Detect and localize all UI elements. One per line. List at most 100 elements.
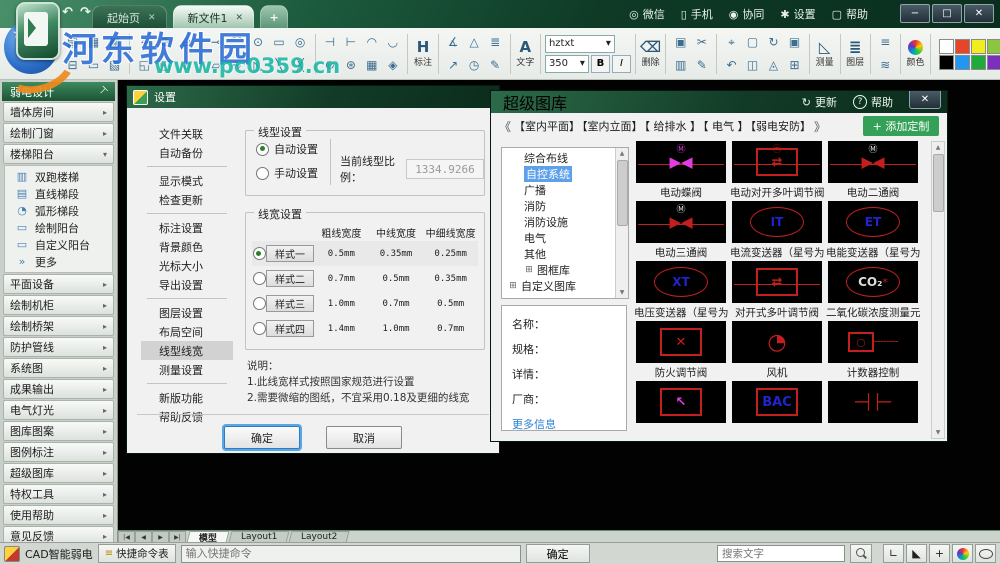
- tree-item-自定义图库[interactable]: ⊞自定义图库: [502, 278, 628, 294]
- dim-tools-tool-icon[interactable]: ✎: [485, 55, 506, 76]
- view-zoom-tool-icon[interactable]: ◱: [134, 55, 155, 76]
- sidebar-item-使用帮助[interactable]: 使用帮助▸: [3, 505, 114, 525]
- new-tab-button[interactable]: +: [260, 5, 288, 29]
- text-height-select[interactable]: 350▾: [545, 55, 589, 73]
- toolbar-text-button[interactable]: A文字: [514, 39, 536, 68]
- sidebar-item-墙体房间[interactable]: 墙体房间▸: [3, 102, 114, 122]
- category-【 给排水 】[interactable]: 【 给排水 】: [644, 120, 703, 133]
- draw-tool-icon[interactable]: ╲: [269, 55, 290, 76]
- transform-tool-icon[interactable]: ▢: [742, 32, 763, 53]
- settings-menu-帮助反馈[interactable]: 帮助反馈: [141, 407, 233, 426]
- draw-tool-icon[interactable]: ⊸: [206, 32, 227, 53]
- style-radio[interactable]: [253, 322, 266, 335]
- palette-color-swatch[interactable]: [939, 39, 954, 54]
- transform-tool-icon[interactable]: ⌖: [721, 32, 742, 53]
- minimize-button[interactable]: −: [900, 4, 930, 23]
- style-radio[interactable]: [253, 272, 266, 285]
- settings-menu-导出设置[interactable]: 导出设置: [141, 275, 233, 294]
- palette-color-swatch[interactable]: [971, 55, 986, 70]
- transform-tool-icon[interactable]: ▣: [784, 32, 805, 53]
- linetype-scale-input[interactable]: [406, 159, 484, 179]
- settings-menu-文件关联[interactable]: 文件关联: [141, 124, 233, 143]
- modify-tool-icon[interactable]: ◈: [382, 55, 403, 76]
- gallery-item-电能变送器（星号为[interactable]: ET电能变送器（星号为: [827, 201, 919, 261]
- gallery-item-电流变送器（星号为[interactable]: IT电流变送器（星号为: [731, 201, 823, 261]
- font-style-select[interactable]: hztxt▾: [545, 35, 615, 53]
- view-zoom-tool-icon[interactable]: ◰: [155, 55, 176, 76]
- gallery-item-电动二通阀[interactable]: Ⓜ▶◀电动二通阀: [827, 141, 919, 201]
- submenu-item-自定义阳台[interactable]: ▭自定义阳台: [5, 236, 112, 253]
- tree-item-图框库[interactable]: ⊞图框库: [502, 262, 628, 278]
- modify-tool-icon[interactable]: ⊛: [340, 55, 361, 76]
- command-input[interactable]: [181, 545, 521, 563]
- scroll-down-icon[interactable]: ▼: [616, 287, 628, 298]
- modify-tool-icon[interactable]: ⊣: [319, 32, 340, 53]
- gallery-item-电动蝶阀[interactable]: Ⓜ▶◀电动蝶阀: [635, 141, 727, 201]
- dim-tools-tool-icon[interactable]: ∡: [443, 32, 464, 53]
- tree-item-其他[interactable]: 其他: [502, 246, 628, 262]
- settings-menu-背景颜色[interactable]: 背景颜色: [141, 237, 233, 256]
- category-prev-button[interactable]: 《: [499, 118, 511, 135]
- toolbar-measure-button[interactable]: ◺测量: [814, 39, 836, 68]
- sidebar-item-电气灯光[interactable]: 电气灯光▸: [3, 400, 114, 420]
- gallery-item-电动对开多叶调节阀[interactable]: ⓜ⇄电动对开多叶调节阀: [731, 141, 823, 201]
- dim-tools-tool-icon[interactable]: △: [464, 32, 485, 53]
- expand-icon[interactable]: ⊞: [508, 281, 518, 291]
- gallery-item[interactable]: ↖: [635, 381, 727, 441]
- file-tool-icon[interactable]: ⊟: [62, 55, 83, 76]
- library-close-button[interactable]: ✕: [909, 90, 941, 109]
- gallery-item-风机[interactable]: ◔风机: [731, 321, 823, 381]
- modify-tool-icon[interactable]: ⊢: [340, 32, 361, 53]
- style-radio[interactable]: [253, 297, 266, 310]
- draw-tool-icon[interactable]: ⌒: [227, 32, 248, 53]
- toolbar-layers-button[interactable]: ≣图层: [844, 39, 866, 68]
- tree-item-自控系统[interactable]: 自控系统: [502, 166, 628, 182]
- dim-tools-tool-icon[interactable]: ◷: [464, 55, 485, 76]
- app-menu-button[interactable]: [16, 2, 60, 60]
- palette-color-swatch[interactable]: [939, 55, 954, 70]
- style-radio[interactable]: [253, 247, 266, 260]
- sidebar-item-绘制桥架[interactable]: 绘制桥架▸: [3, 316, 114, 336]
- italic-button[interactable]: I: [612, 55, 631, 73]
- redo-icon[interactable]: ↷: [80, 5, 91, 20]
- draw-tool-icon[interactable]: ∿: [227, 55, 248, 76]
- dim-tools-tool-icon[interactable]: ↗: [443, 55, 464, 76]
- category-next-button[interactable]: 》: [814, 118, 826, 135]
- settings-menu-显示模式[interactable]: 显示模式: [141, 171, 233, 190]
- osnap-button[interactable]: ◣: [906, 544, 927, 563]
- clipboard-tool-icon[interactable]: ▥: [670, 55, 691, 76]
- palette-color-swatch[interactable]: [987, 39, 1000, 54]
- settings-dialog-titlebar[interactable]: 设置: [127, 86, 499, 108]
- sidebar-item-平面设备[interactable]: 平面设备▸: [3, 274, 114, 294]
- view-zoom-tool-icon[interactable]: ⊕: [155, 32, 176, 53]
- tree-item-消防[interactable]: 消防: [502, 198, 628, 214]
- sidebar-item-图例标注[interactable]: 图例标注▸: [3, 442, 114, 462]
- palette-color-swatch[interactable]: [971, 39, 986, 54]
- transform-tool-icon[interactable]: ⊞: [784, 55, 805, 76]
- submenu-item-直线梯段[interactable]: ▤直线梯段: [5, 185, 112, 202]
- scroll-up-icon[interactable]: ▲: [616, 148, 628, 159]
- draw-tool-icon[interactable]: ◺: [248, 55, 269, 76]
- palette-color-swatch[interactable]: [955, 55, 970, 70]
- bold-button[interactable]: B: [591, 55, 610, 73]
- color-wheel-button[interactable]: [952, 544, 973, 563]
- ellipse-tool-button[interactable]: [975, 544, 996, 563]
- transform-tool-icon[interactable]: ↶: [721, 55, 742, 76]
- cancel-button[interactable]: 取消: [326, 426, 402, 449]
- close-button[interactable]: ✕: [964, 4, 994, 23]
- gallery-item-计数器控制[interactable]: ◯╌╌╌╌计数器控制: [827, 321, 919, 381]
- draw-tool-icon[interactable]: ▭: [269, 32, 290, 53]
- gallery-item-电动三通阀[interactable]: Ⓜ▶◀电动三通阀: [635, 201, 727, 261]
- settings-menu-图层设置[interactable]: 图层设置: [141, 303, 233, 322]
- menu-help[interactable]: ▢帮助: [832, 6, 868, 22]
- clipboard-tool-icon[interactable]: ✂: [691, 32, 712, 53]
- linetype-tool-icon[interactable]: ≡: [875, 32, 896, 53]
- sidebar-item-成果输出[interactable]: 成果输出▸: [3, 379, 114, 399]
- toolbar-erase-button[interactable]: ⌫删除: [640, 39, 662, 68]
- gallery-item[interactable]: ─┤├─: [827, 381, 919, 441]
- sidebar-item-绘制机柜[interactable]: 绘制机柜▸: [3, 295, 114, 315]
- tree-scrollbar[interactable]: ▲ ▼: [615, 148, 628, 298]
- draw-tool-icon[interactable]: ◎: [290, 32, 311, 53]
- file-tool-icon[interactable]: ▤: [62, 32, 83, 53]
- pin-icon[interactable]: ⊤: [96, 85, 110, 99]
